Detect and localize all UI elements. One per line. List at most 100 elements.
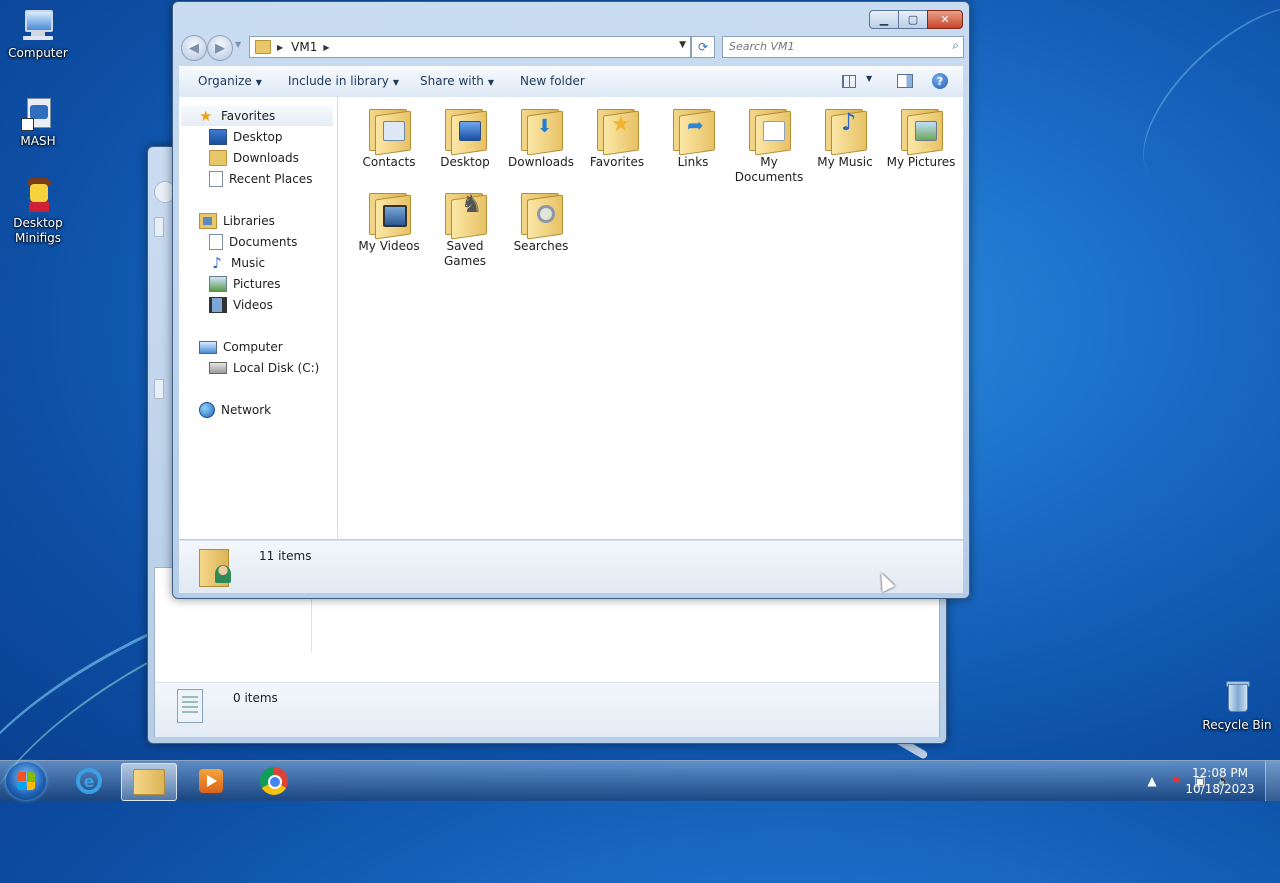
- downloads-folder-icon: [209, 150, 227, 166]
- include-label: Include in library: [288, 74, 389, 88]
- clock-time: 12:08 PM: [1192, 766, 1248, 780]
- recent-places-icon: [209, 171, 223, 187]
- folder-my-music[interactable]: My Music: [808, 105, 882, 170]
- documents-icon: [209, 234, 223, 250]
- desktop-icon-recycle-bin[interactable]: Recycle Bin: [1199, 680, 1275, 733]
- show-desktop-button[interactable]: [1265, 761, 1280, 801]
- search-input[interactable]: [723, 37, 929, 55]
- nav-favorites[interactable]: ★ Favorites: [181, 106, 333, 126]
- start-button[interactable]: [6, 762, 46, 800]
- taskbar-windows-explorer[interactable]: [121, 763, 177, 801]
- recent-pages-chevron-icon[interactable]: ▼: [235, 40, 241, 49]
- nav-downloads[interactable]: Downloads: [209, 148, 299, 168]
- new-folder-button[interactable]: New folder: [520, 74, 585, 88]
- folder-label: My Videos: [358, 239, 420, 253]
- folder-contacts[interactable]: Contacts: [352, 105, 426, 170]
- taskbar-chrome[interactable]: [247, 763, 301, 799]
- windows-logo-icon: [17, 772, 35, 790]
- folder-label: Favorites: [589, 155, 645, 169]
- nav-recent-places[interactable]: Recent Places: [209, 169, 312, 189]
- nav-pictures[interactable]: Pictures: [209, 274, 281, 294]
- libraries-icon: [199, 213, 217, 229]
- back-window-status-bar: 0 items: [155, 682, 939, 737]
- address-dropdown-icon[interactable]: ▼: [679, 40, 686, 50]
- nav-libraries[interactable]: Libraries: [199, 211, 275, 231]
- nav-documents[interactable]: Documents: [209, 232, 297, 252]
- nav-label: Documents: [229, 235, 298, 249]
- desktop-icon-minifigs[interactable]: Desktop Minifigs: [0, 178, 76, 246]
- breadcrumb-chevron-icon[interactable]: ▶: [277, 43, 283, 52]
- command-bar: Organize ▼ Include in library ▼ Share with…: [179, 66, 963, 98]
- maximize-button[interactable]: ▢: [898, 10, 928, 29]
- window-fragment: [154, 379, 164, 399]
- pictures-icon: [209, 276, 227, 292]
- user-folder-icon: [197, 547, 235, 587]
- links-folder-icon: [671, 105, 715, 156]
- film-strip-icon: [209, 297, 227, 313]
- nav-label: Videos: [233, 298, 273, 312]
- nav-videos[interactable]: Videos: [209, 295, 273, 315]
- folder-label: Downloads: [508, 155, 574, 169]
- network-icon: [199, 402, 215, 418]
- nav-music[interactable]: ♪ Music: [209, 253, 265, 273]
- desktop-icon-mash[interactable]: MASH: [0, 96, 76, 149]
- help-button[interactable]: ?: [930, 72, 950, 90]
- folder-searches[interactable]: Searches: [504, 189, 578, 254]
- folder-favorites[interactable]: Favorites: [580, 105, 654, 170]
- chevron-down-icon: ▼: [392, 78, 400, 87]
- preview-pane-icon: [897, 74, 913, 88]
- folder-links[interactable]: Links: [656, 105, 730, 170]
- back-button[interactable]: ◀: [181, 35, 207, 61]
- window-controls: ▁ ▢ ✕: [869, 10, 963, 29]
- include-in-library-menu[interactable]: Include in library ▼: [288, 74, 399, 88]
- mash-shortcut-icon: [21, 96, 55, 131]
- clock[interactable]: 12:08 PM 10/18/2023: [1178, 765, 1262, 797]
- folder-my-videos[interactable]: My Videos: [352, 189, 426, 254]
- folder-label: Searches: [513, 239, 569, 253]
- contacts-folder-icon: [367, 105, 411, 156]
- share-with-menu[interactable]: Share with ▼: [420, 74, 494, 88]
- explorer-window[interactable]: ▁ ▢ ✕ ◀ ▶ ▼ ▶ VM1 ▶ ▼ ⟳ ⌕ Organize▼ Incl…: [172, 1, 970, 599]
- nav-computer[interactable]: Computer: [199, 337, 283, 357]
- minimize-button[interactable]: ▁: [869, 10, 899, 29]
- close-icon: ✕: [940, 13, 950, 26]
- refresh-button[interactable]: ⟳: [691, 36, 715, 58]
- chevron-down-icon: ▼: [487, 78, 495, 87]
- folder-my-pictures[interactable]: My Pictures: [884, 105, 958, 170]
- close-button[interactable]: ✕: [927, 10, 963, 29]
- forward-button[interactable]: ▶: [207, 35, 233, 61]
- folder-downloads[interactable]: Downloads: [504, 105, 578, 170]
- view-options-chevron-icon[interactable]: ▼: [866, 74, 872, 83]
- item-count: 11 items: [259, 549, 312, 563]
- nav-local-disk[interactable]: Local Disk (C:): [209, 358, 319, 378]
- taskbar-internet-explorer[interactable]: e: [62, 763, 116, 799]
- nav-network[interactable]: Network: [199, 400, 271, 420]
- folder-saved-games[interactable]: Saved Games: [428, 189, 502, 269]
- downloads-folder-icon: [519, 105, 563, 156]
- organize-menu[interactable]: Organize ▼: [198, 74, 262, 88]
- folder-desktop[interactable]: Desktop: [428, 105, 502, 170]
- show-hidden-icons-chevron-icon[interactable]: ▲: [1144, 773, 1160, 789]
- internet-explorer-icon: e: [76, 768, 102, 794]
- arrow-left-icon: ◀: [189, 40, 199, 56]
- search-box[interactable]: ⌕: [722, 36, 964, 58]
- address-bar[interactable]: ▶ VM1 ▶ ▼: [249, 36, 691, 58]
- folder-my-documents[interactable]: My Documents: [732, 105, 806, 185]
- maximize-icon: ▢: [907, 13, 919, 26]
- navigation-pane: ★ Favorites Desktop Downloads Recent Plac…: [179, 97, 338, 539]
- desktop-icon-label: Computer: [8, 46, 68, 60]
- chrome-icon: [260, 767, 288, 795]
- share-label: Share with: [420, 74, 484, 88]
- nav-label: Favorites: [221, 109, 276, 123]
- change-view-button[interactable]: [839, 72, 859, 90]
- taskbar-media-player[interactable]: [184, 763, 238, 799]
- breadcrumb-vm1[interactable]: VM1: [291, 40, 317, 54]
- search-icon[interactable]: ⌕: [952, 38, 959, 53]
- recycle-bin-icon: [1220, 680, 1254, 714]
- refresh-icon: ⟳: [697, 40, 709, 54]
- videos-folder-icon: [367, 189, 411, 240]
- desktop-icon-computer[interactable]: Computer: [0, 8, 76, 61]
- breadcrumb-chevron-icon[interactable]: ▶: [323, 43, 329, 52]
- preview-pane-button[interactable]: [895, 72, 915, 90]
- nav-desktop[interactable]: Desktop: [209, 127, 283, 147]
